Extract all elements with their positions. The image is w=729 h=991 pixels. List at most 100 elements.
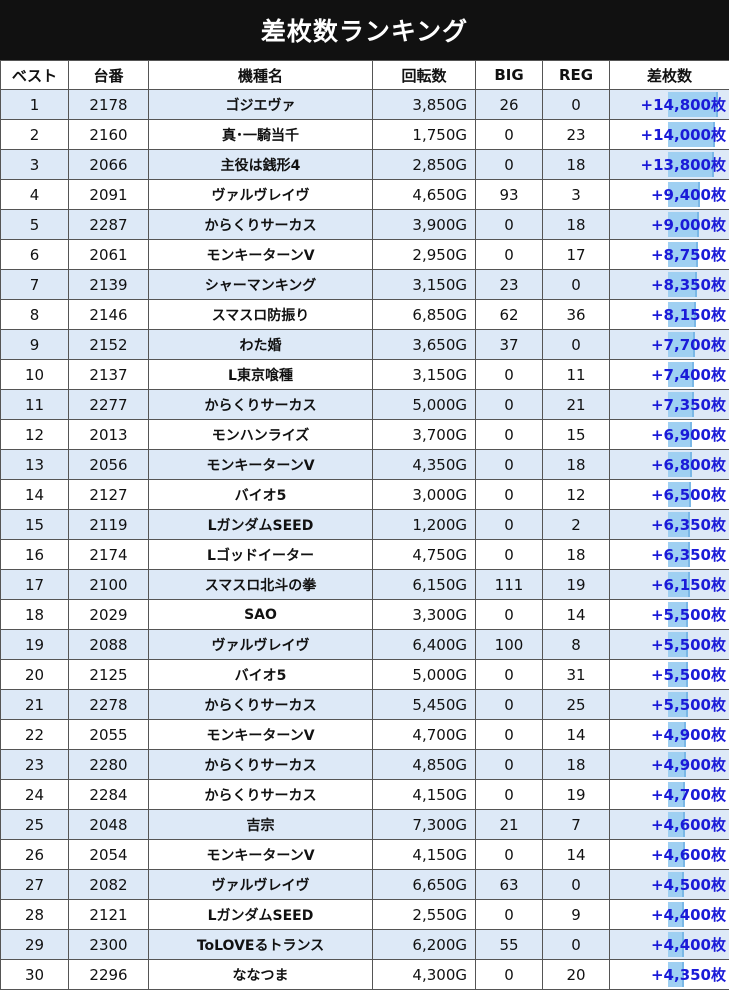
table-row: 8 2146 スマスロ防振り 6,850G 62 36 +8,150枚 — [0, 299, 729, 330]
spins-cell: 3,900G — [372, 209, 476, 240]
diff-cell: +4,700枚 — [609, 779, 729, 810]
diff-cell: +9,400枚 — [609, 179, 729, 210]
machine-name-cell: LガンダムSEED — [148, 899, 373, 930]
table-row: 22 2055 モンキーターンV 4,700G 0 14 +4,900枚 — [0, 719, 729, 750]
spins-cell: 3,700G — [372, 419, 476, 450]
big-cell: 0 — [475, 749, 543, 780]
rank-cell: 24 — [0, 779, 69, 810]
diff-value: +8,350枚 — [650, 276, 726, 294]
diff-cell: +6,150枚 — [609, 569, 729, 600]
big-cell: 111 — [475, 569, 543, 600]
machine-name-cell: からくりサーカス — [148, 689, 373, 720]
reg-cell: 0 — [542, 89, 610, 120]
reg-cell: 8 — [542, 629, 610, 660]
rank-cell: 7 — [0, 269, 69, 300]
big-cell: 0 — [475, 479, 543, 510]
machine-name-cell: ななつま — [148, 959, 373, 990]
table-row: 16 2174 Lゴッドイーター 4,750G 0 18 +6,350枚 — [0, 539, 729, 570]
spins-cell: 3,650G — [372, 329, 476, 360]
machine-no-cell: 2091 — [68, 179, 149, 210]
spins-cell: 6,200G — [372, 929, 476, 960]
spins-cell: 3,300G — [372, 599, 476, 630]
table-row: 14 2127 バイオ5 3,000G 0 12 +6,500枚 — [0, 479, 729, 510]
spins-cell: 1,200G — [372, 509, 476, 540]
rank-cell: 2 — [0, 119, 69, 150]
col-header-reg: REG — [542, 60, 610, 90]
diff-cell: +5,500枚 — [609, 629, 729, 660]
diff-value: +8,150枚 — [650, 306, 726, 324]
diff-cell: +6,350枚 — [609, 509, 729, 540]
rank-cell: 22 — [0, 719, 69, 750]
big-cell: 0 — [475, 419, 543, 450]
rank-cell: 12 — [0, 419, 69, 450]
machine-no-cell: 2278 — [68, 689, 149, 720]
spins-cell: 4,750G — [372, 539, 476, 570]
spins-cell: 2,850G — [372, 149, 476, 180]
reg-cell: 0 — [542, 329, 610, 360]
diff-value: +4,600枚 — [650, 846, 726, 864]
machine-no-cell: 2178 — [68, 89, 149, 120]
diff-cell: +4,400枚 — [609, 929, 729, 960]
col-header-big: BIG — [475, 60, 543, 90]
machine-no-cell: 2056 — [68, 449, 149, 480]
big-cell: 0 — [475, 839, 543, 870]
rank-cell: 19 — [0, 629, 69, 660]
spins-cell: 4,700G — [372, 719, 476, 750]
reg-cell: 31 — [542, 659, 610, 690]
table-row: 1 2178 ゴジエヴァ 3,850G 26 0 +14,800枚 — [0, 89, 729, 120]
machine-no-cell: 2160 — [68, 119, 149, 150]
machine-no-cell: 2139 — [68, 269, 149, 300]
reg-cell: 0 — [542, 869, 610, 900]
diff-cell: +4,500枚 — [609, 869, 729, 900]
rank-cell: 5 — [0, 209, 69, 240]
big-cell: 0 — [475, 539, 543, 570]
machine-no-cell: 2121 — [68, 899, 149, 930]
big-cell: 63 — [475, 869, 543, 900]
big-cell: 0 — [475, 959, 543, 990]
table-row: 25 2048 吉宗 7,300G 21 7 +4,600枚 — [0, 809, 729, 840]
diff-cell: +5,500枚 — [609, 599, 729, 630]
machine-name-cell: モンキーターンV — [148, 719, 373, 750]
machine-no-cell: 2066 — [68, 149, 149, 180]
diff-value: +6,350枚 — [650, 546, 726, 564]
reg-cell: 18 — [542, 149, 610, 180]
big-cell: 0 — [475, 719, 543, 750]
diff-cell: +14,800枚 — [609, 89, 729, 120]
rank-cell: 6 — [0, 239, 69, 270]
machine-name-cell: からくりサーカス — [148, 209, 373, 240]
rank-cell: 4 — [0, 179, 69, 210]
spins-cell: 3,000G — [372, 479, 476, 510]
diff-value: +4,900枚 — [650, 726, 726, 744]
machine-name-cell: からくりサーカス — [148, 749, 373, 780]
machine-no-cell: 2146 — [68, 299, 149, 330]
diff-cell: +5,500枚 — [609, 689, 729, 720]
table-row: 13 2056 モンキーターンV 4,350G 0 18 +6,800枚 — [0, 449, 729, 480]
diff-value: +14,800枚 — [640, 96, 726, 114]
machine-no-cell: 2296 — [68, 959, 149, 990]
machine-name-cell: モンキーターンV — [148, 839, 373, 870]
machine-name-cell: SAO — [148, 599, 373, 630]
machine-no-cell: 2029 — [68, 599, 149, 630]
table-row: 17 2100 スマスロ北斗の拳 6,150G 111 19 +6,150枚 — [0, 569, 729, 600]
spins-cell: 4,150G — [372, 779, 476, 810]
col-header-name: 機種名 — [148, 60, 373, 90]
big-cell: 0 — [475, 389, 543, 420]
reg-cell: 14 — [542, 719, 610, 750]
diff-cell: +4,900枚 — [609, 719, 729, 750]
spins-cell: 5,000G — [372, 389, 476, 420]
rank-cell: 14 — [0, 479, 69, 510]
spins-cell: 3,150G — [372, 359, 476, 390]
col-header-rank: ベスト — [0, 60, 69, 90]
machine-name-cell: スマスロ防振り — [148, 299, 373, 330]
table-row: 15 2119 LガンダムSEED 1,200G 0 2 +6,350枚 — [0, 509, 729, 540]
diff-cell: +5,500枚 — [609, 659, 729, 690]
rank-cell: 11 — [0, 389, 69, 420]
spins-cell: 6,150G — [372, 569, 476, 600]
reg-cell: 14 — [542, 839, 610, 870]
spins-cell: 1,750G — [372, 119, 476, 150]
diff-value: +14,000枚 — [640, 126, 726, 144]
diff-cell: +4,350枚 — [609, 959, 729, 990]
rank-cell: 28 — [0, 899, 69, 930]
big-cell: 55 — [475, 929, 543, 960]
table-row: 5 2287 からくりサーカス 3,900G 0 18 +9,000枚 — [0, 209, 729, 240]
